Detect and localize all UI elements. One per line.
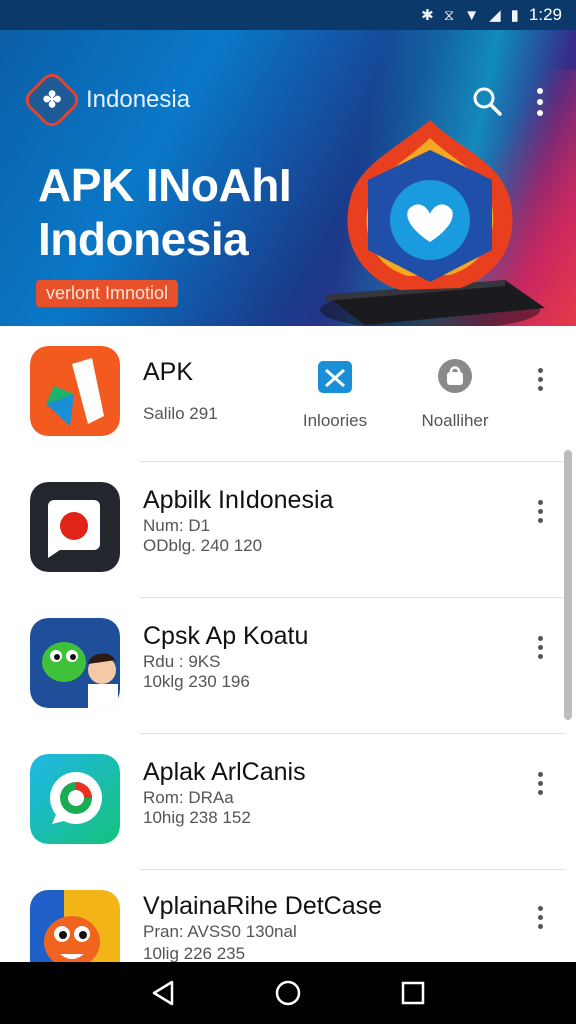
overflow-menu-icon[interactable]	[528, 364, 552, 394]
overflow-menu-icon[interactable]	[528, 496, 552, 526]
app-meta: Pran: AVSS0 130nal	[143, 922, 297, 941]
hero-title-line1: APK INoAhI	[38, 159, 292, 211]
recents-button[interactable]	[393, 973, 433, 1013]
list-item[interactable]: Apbilk InIdonesia Num: D1 ODblg. 240 120	[0, 462, 576, 598]
bag-icon	[438, 359, 472, 393]
list-item-featured[interactable]: APK Salilo 291 Inloories Noalliher	[0, 326, 576, 462]
fox-icon	[30, 890, 120, 962]
signal-icon: ◢	[489, 7, 501, 24]
battery-icon: ▮	[510, 7, 519, 24]
app-stats: 10lig 226 235	[143, 944, 246, 962]
navigation-bar	[0, 962, 576, 1024]
overflow-menu-icon[interactable]	[528, 902, 552, 932]
hero-title: APK INoAhI Indonesia	[38, 158, 338, 266]
overflow-menu-icon[interactable]	[528, 632, 552, 662]
vibrate-icon: ⧖	[443, 6, 455, 24]
mascot-icon	[30, 618, 120, 708]
flame-shield-illustration-icon	[320, 120, 545, 326]
app-meta: Rdu : 9KS	[143, 652, 221, 671]
camera-icon	[30, 482, 120, 572]
app-list: APK Salilo 291 Inloories Noalliher Apbil…	[0, 326, 576, 962]
list-item[interactable]: Cpsk Ap Koatu Rdu : 9KS 10klg 230 196	[0, 598, 576, 734]
app-title: VplainaRihe DetCase	[143, 892, 383, 920]
brand[interactable]: ✤ Indonesia	[20, 68, 191, 132]
featured-title: APK	[143, 358, 194, 386]
category-shopping[interactable]: Noalliher	[410, 358, 500, 431]
back-button[interactable]	[143, 973, 183, 1013]
brand-name: Indonesia	[86, 86, 191, 113]
status-bar: ✱ ⧖ ▼ ◢ ▮ 1:29	[0, 0, 576, 30]
hero-banner: ✤ Indonesia APK INoAhI Indonesia verlont…	[0, 30, 576, 326]
apk-app-icon	[30, 346, 120, 436]
featured-meta: Salilo 291	[143, 404, 218, 423]
app-meta: Num: D1	[143, 516, 211, 535]
picture-icon	[318, 361, 352, 393]
app-stats: ODblg. 240 120	[143, 536, 263, 555]
wifi-icon: ▼	[464, 6, 480, 24]
app-title: Cpsk Ap Koatu	[143, 622, 309, 650]
hero-tagline: verlont Imnotiol	[36, 280, 179, 307]
app-stats: 10hig 238 152	[143, 808, 251, 827]
list-item[interactable]: Aplak ArlCanis Rom: DRAa 10hig 238 152	[0, 734, 576, 870]
app-meta: Rom: DRAa	[143, 788, 234, 807]
scrollbar[interactable]	[564, 450, 572, 720]
back-icon	[152, 980, 173, 1006]
hero-title-line2: Indonesia	[38, 213, 249, 265]
chat-icon	[30, 754, 120, 844]
bluetooth-icon: ✱	[421, 7, 434, 24]
category-pictures[interactable]: Inloories	[292, 358, 378, 431]
status-time: 1:29	[528, 5, 562, 24]
list-item[interactable]: VplainaRihe DetCase Pran: AVSS0 130nal 1…	[0, 870, 576, 962]
app-stats: 10klg 230 196	[143, 672, 250, 691]
recents-icon	[402, 981, 425, 1005]
app-title: Apbilk InIdonesia	[143, 486, 334, 514]
app-title: Aplak ArlCanis	[143, 758, 306, 786]
app-logo-icon: ✤	[20, 68, 84, 132]
category-label: Inloories	[302, 411, 368, 430]
category-label: Noalliher	[421, 411, 489, 430]
overflow-menu-icon[interactable]	[528, 768, 552, 798]
home-button[interactable]	[268, 973, 308, 1013]
home-icon	[275, 980, 301, 1006]
